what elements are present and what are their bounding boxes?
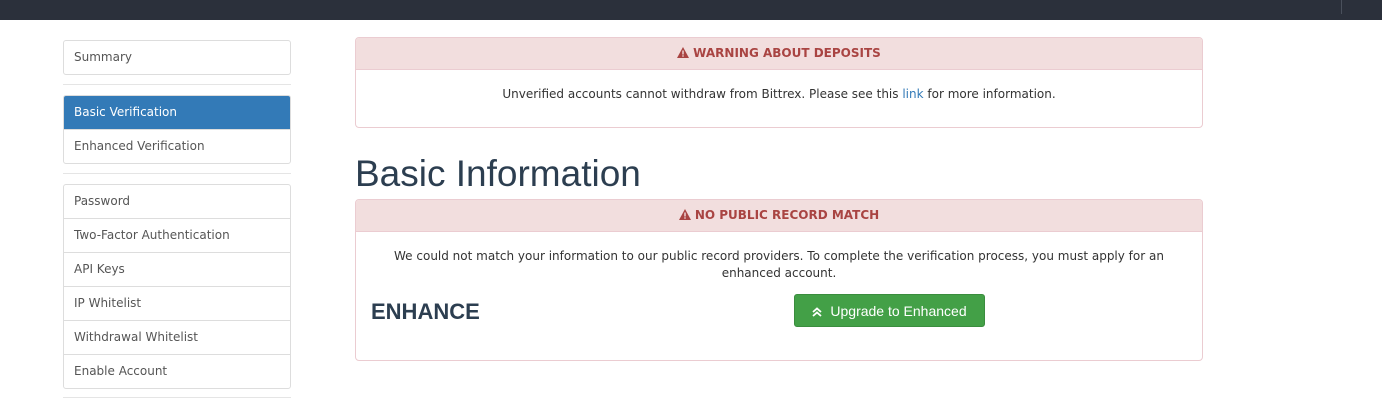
deposit-warning-heading: WARNING ABOUT DEPOSITS [356,38,1202,70]
upgrade-button-label: Upgrade to Enhanced [830,303,967,319]
sidebar-item-basic-verification[interactable]: Basic Verification [64,96,290,129]
enhance-label: ENHANCE [371,299,480,324]
sidebar-item-withdrawal-whitelist[interactable]: Withdrawal Whitelist [64,320,290,354]
warning-triangle-icon [678,209,691,220]
sidebar-group-summary: Summary [63,40,291,75]
deposit-warning-body: Unverified accounts cannot withdraw from… [356,70,1202,101]
sidebar-item-enhanced-verification[interactable]: Enhanced Verification [64,129,290,163]
record-warning-heading: NO PUBLIC RECORD MATCH [356,200,1202,232]
deposit-warning-text: Unverified accounts cannot withdraw from… [502,87,903,101]
record-warning-panel: NO PUBLIC RECORD MATCH We could not matc… [355,199,1203,361]
sidebar-divider [63,173,291,174]
top-navbar [0,0,1382,20]
record-warning-title: NO PUBLIC RECORD MATCH [694,208,880,222]
sidebar-item-ip-whitelist[interactable]: IP Whitelist [64,286,290,320]
deposit-warning-text-end: for more information. [923,87,1056,101]
record-warning-message: We could not match your information to o… [394,249,1164,280]
sidebar-item-password[interactable]: Password [64,185,290,218]
upgrade-to-enhanced-button[interactable]: Upgrade to Enhanced [794,294,985,327]
deposit-warning-title: WARNING ABOUT DEPOSITS [693,46,881,60]
sidebar-divider [63,397,291,398]
sidebar-item-enable-account[interactable]: Enable Account [64,354,290,388]
sidebar-group-verification: Basic Verification Enhanced Verification [63,95,291,164]
sidebar-item-two-factor-authentication[interactable]: Two-Factor Authentication [64,218,290,252]
sidebar-item-api-keys[interactable]: API Keys [64,252,290,286]
navbar-divider [1341,0,1342,14]
sidebar-divider [63,84,291,85]
deposit-warning-panel: WARNING ABOUT DEPOSITS Unverified accoun… [355,37,1203,128]
deposit-info-link[interactable]: link [902,87,923,101]
sidebar-item-summary[interactable]: Summary [64,41,290,74]
enhance-row: ENHANCE Upgrade to Enhanced [356,294,1202,354]
warning-triangle-icon [677,47,690,58]
page-title: Basic Information [355,153,641,194]
double-chevron-up-icon [812,307,822,317]
sidebar-group-security: Password Two-Factor Authentication API K… [63,184,291,389]
